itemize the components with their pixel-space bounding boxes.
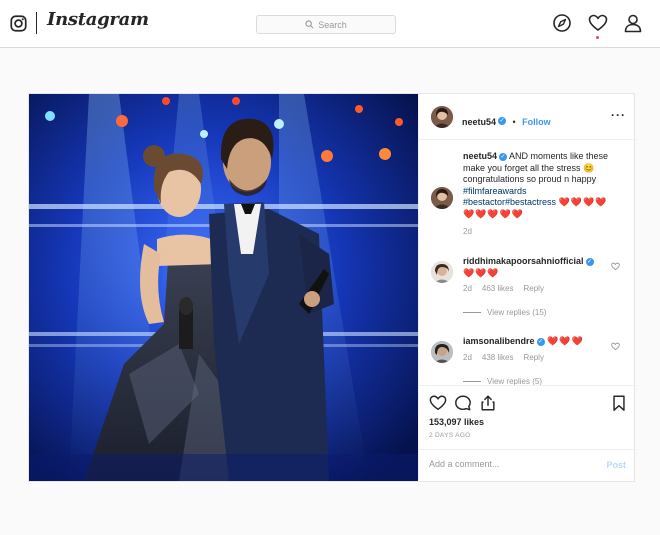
likes-count[interactable]: 153,097 likes	[429, 417, 484, 427]
comment-username[interactable]: riddhimakapoorsahniofficial	[463, 256, 584, 266]
caption-time[interactable]: 2d	[463, 227, 472, 236]
post-timestamp[interactable]: 2 DAYS AGO	[429, 432, 471, 439]
comment-text: ❤️❤️❤️	[547, 336, 584, 346]
caption-meta: 2d	[463, 227, 482, 236]
comment-time[interactable]: 2d	[463, 284, 472, 293]
verified-badge-icon: ✓	[536, 337, 545, 346]
comment-like-heart-icon[interactable]	[611, 342, 620, 351]
comment-avatar[interactable]	[431, 261, 453, 283]
caption-avatar[interactable]	[431, 187, 453, 209]
comment-meta: 2d 438 likes Reply	[463, 353, 554, 362]
search-placeholder: Search	[318, 19, 347, 30]
verified-badge-icon: ✓	[499, 152, 508, 161]
commenter-avatar-icon	[431, 261, 453, 283]
hashtag-bestactor[interactable]: #bestactor	[463, 197, 505, 207]
post-comment-button[interactable]: Post	[606, 460, 626, 470]
comment-username[interactable]: iamsonalibendre	[463, 336, 535, 346]
reply-button[interactable]: Reply	[523, 353, 543, 362]
comment-meta: 2d 463 likes Reply	[463, 284, 554, 293]
add-comment-input[interactable]	[429, 459, 589, 469]
caption: neetu54 ✓ AND moments like these make you…	[463, 151, 628, 220]
follow-button[interactable]: Follow	[522, 117, 551, 127]
reply-button[interactable]: Reply	[523, 284, 543, 293]
share-upload-icon[interactable]	[479, 394, 497, 412]
comment: riddhimakapoorsahniofficial ✓ ❤️❤️❤️	[463, 256, 628, 279]
verified-badge-icon: ✓	[498, 116, 507, 125]
caption-hearts-2: ❤️❤️❤️❤️❤️	[463, 208, 525, 219]
explore-compass-icon[interactable]	[552, 13, 572, 33]
hashtag-bestactress[interactable]: #bestactress	[505, 197, 556, 207]
instagram-wordmark[interactable]: Instagram	[47, 9, 149, 30]
commenter-avatar-icon	[431, 341, 453, 363]
follow-separator: •	[512, 117, 516, 127]
couple-photo	[29, 94, 418, 481]
hashtag-filmfareawards[interactable]: #filmfareawards	[463, 186, 527, 196]
author-line: neetu54 ✓ • Follow	[462, 112, 551, 130]
caption-hearts-1: ❤️❤️❤️❤️	[558, 197, 608, 207]
profile-icon[interactable]	[623, 13, 643, 33]
verified-badge-icon: ✓	[585, 257, 594, 266]
caption-username[interactable]: neetu54	[463, 151, 497, 161]
post-card: neetu54 ✓ • Follow ··· neetu54 ✓ AND momen…	[28, 93, 636, 482]
comment-bubble-icon[interactable]	[454, 394, 472, 412]
post-photo[interactable]	[29, 94, 418, 481]
logo-divider	[36, 12, 37, 34]
more-options-icon[interactable]: ···	[611, 108, 626, 122]
top-nav: Instagram Search	[0, 0, 660, 48]
post-sidebar: neetu54 ✓ • Follow ··· neetu54 ✓ AND momen…	[418, 94, 636, 481]
like-heart-icon[interactable]	[429, 394, 447, 412]
comments-list[interactable]: neetu54 ✓ AND moments like these make you…	[419, 141, 636, 385]
post-actions: 153,097 likes 2 DAYS AGO	[419, 385, 636, 443]
comment-likes[interactable]: 463 likes	[482, 284, 514, 293]
avatar[interactable]	[431, 106, 453, 128]
author-username[interactable]: neetu54	[462, 117, 496, 127]
notification-dot	[596, 36, 599, 39]
comment-text: ❤️❤️❤️	[463, 267, 500, 278]
view-replies-button[interactable]: View replies (5)	[463, 377, 542, 385]
bookmark-icon[interactable]	[610, 394, 628, 412]
add-comment-bar: Post	[419, 449, 636, 481]
activity-heart-icon[interactable]	[588, 13, 608, 33]
search-box[interactable]: Search	[256, 15, 396, 34]
comment-likes[interactable]: 438 likes	[482, 353, 514, 362]
author-avatar-icon	[431, 106, 453, 128]
instagram-camera-icon[interactable]	[10, 15, 27, 32]
post-header: neetu54 ✓ • Follow ···	[419, 94, 636, 140]
author-avatar-icon	[431, 187, 453, 209]
search-icon	[305, 20, 314, 29]
comment-like-heart-icon[interactable]	[611, 262, 620, 271]
comment: iamsonalibendre ✓ ❤️❤️❤️	[463, 336, 628, 348]
view-replies-button[interactable]: View replies (15)	[463, 308, 546, 317]
comment-time[interactable]: 2d	[463, 353, 472, 362]
comment-avatar[interactable]	[431, 341, 453, 363]
